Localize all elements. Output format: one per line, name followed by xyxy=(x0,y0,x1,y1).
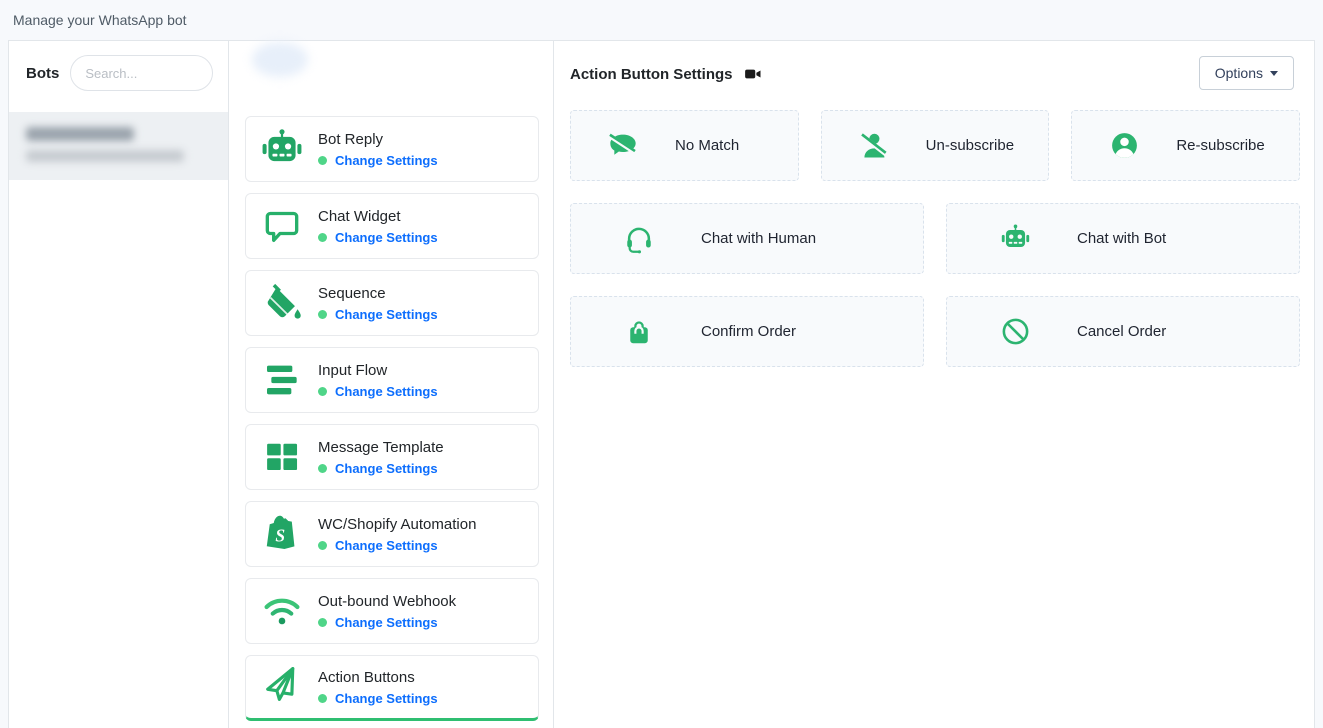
action-label: Confirm Order xyxy=(701,323,796,340)
fill-drip-icon xyxy=(259,280,305,326)
feature-title: Sequence xyxy=(318,285,438,302)
bot-phone-redacted xyxy=(26,150,184,162)
action-card-confirm-order[interactable]: Confirm Order xyxy=(570,296,924,367)
feature-title: Out-bound Webhook xyxy=(318,593,456,610)
blurred-avatar xyxy=(252,42,308,77)
action-button-settings-panel: Action Button Settings Options xyxy=(554,41,1314,728)
options-button-label: Options xyxy=(1215,65,1263,81)
user-circle-icon xyxy=(1108,130,1140,162)
feature-card-sequence[interactable]: Sequence Change Settings xyxy=(245,270,539,336)
feature-title: Message Template xyxy=(318,439,444,456)
robot-icon xyxy=(999,223,1031,255)
feature-list: Bot Reply Change Settings Chat Widget Ch… xyxy=(229,41,554,728)
bot-name-redacted xyxy=(26,127,134,141)
paper-plane-icon xyxy=(259,664,305,710)
action-label: Un-subscribe xyxy=(926,137,1014,154)
shopify-icon: S xyxy=(259,511,305,557)
shopping-bag-icon xyxy=(623,316,655,348)
headset-icon xyxy=(623,223,655,255)
feature-card-message-template[interactable]: Message Template Change Settings xyxy=(245,424,539,490)
action-card-chat-with-human[interactable]: Chat with Human xyxy=(570,203,924,274)
feature-card-action-buttons[interactable]: Action Buttons Change Settings xyxy=(245,655,539,721)
feature-title: Input Flow xyxy=(318,362,438,379)
feature-card-shopify-automation[interactable]: S WC/Shopify Automation Change Settings xyxy=(245,501,539,567)
status-dot xyxy=(318,694,327,703)
status-dot xyxy=(318,464,327,473)
change-settings-link[interactable]: Change Settings xyxy=(335,615,438,630)
action-card-cancel-order[interactable]: Cancel Order xyxy=(946,296,1300,367)
chat-bubble-icon xyxy=(259,203,305,249)
grid-icon xyxy=(259,434,305,480)
action-card-chat-with-bot[interactable]: Chat with Bot xyxy=(946,203,1300,274)
feature-title: Chat Widget xyxy=(318,208,438,225)
change-settings-link[interactable]: Change Settings xyxy=(335,461,438,476)
user-slash-icon xyxy=(858,130,890,162)
feature-card-input-flow[interactable]: Input Flow Change Settings xyxy=(245,347,539,413)
comment-slash-icon xyxy=(607,130,639,162)
change-settings-link[interactable]: Change Settings xyxy=(335,691,438,706)
video-camera-icon[interactable] xyxy=(744,65,762,83)
robot-icon xyxy=(259,126,305,172)
change-settings-link[interactable]: Change Settings xyxy=(335,153,438,168)
options-button[interactable]: Options xyxy=(1199,56,1294,90)
ban-icon xyxy=(999,316,1031,348)
status-dot xyxy=(318,541,327,550)
feature-card-outbound-webhook[interactable]: Out-bound Webhook Change Settings xyxy=(245,578,539,644)
bots-heading: Bots xyxy=(26,65,59,82)
status-dot xyxy=(318,618,327,627)
action-label: Chat with Human xyxy=(701,230,816,247)
change-settings-link[interactable]: Change Settings xyxy=(335,307,438,322)
top-header-bar: Manage your WhatsApp bot xyxy=(0,0,1323,40)
bots-sidebar: Bots xyxy=(9,41,229,728)
feature-card-bot-reply[interactable]: Bot Reply Change Settings xyxy=(245,116,539,182)
feature-card-chat-widget[interactable]: Chat Widget Change Settings xyxy=(245,193,539,259)
change-settings-link[interactable]: Change Settings xyxy=(335,538,438,553)
change-settings-link[interactable]: Change Settings xyxy=(335,230,438,245)
page-title: Manage your WhatsApp bot xyxy=(13,12,187,28)
bot-search-input[interactable] xyxy=(70,55,213,91)
feature-title: Action Buttons xyxy=(318,669,438,686)
main-card: Bots xyxy=(8,40,1315,728)
staggered-bars-icon xyxy=(259,357,305,403)
action-label: Cancel Order xyxy=(1077,323,1166,340)
feature-title: Bot Reply xyxy=(318,131,438,148)
caret-down-icon xyxy=(1270,71,1278,76)
change-settings-link[interactable]: Change Settings xyxy=(335,384,438,399)
action-label: No Match xyxy=(675,137,739,154)
action-card-no-match[interactable]: No Match xyxy=(570,110,799,181)
action-label: Re-subscribe xyxy=(1176,137,1264,154)
status-dot xyxy=(318,233,327,242)
action-card-un-subscribe[interactable]: Un-subscribe xyxy=(821,110,1050,181)
status-dot xyxy=(318,156,327,165)
status-dot xyxy=(318,387,327,396)
sidebar-header: Bots xyxy=(9,41,228,105)
panel-title: Action Button Settings xyxy=(570,66,732,83)
action-label: Chat with Bot xyxy=(1077,230,1166,247)
svg-text:S: S xyxy=(275,525,285,545)
bot-list-item-selected[interactable] xyxy=(9,112,228,180)
feature-title: WC/Shopify Automation xyxy=(318,516,476,533)
status-dot xyxy=(318,310,327,319)
action-card-re-subscribe[interactable]: Re-subscribe xyxy=(1071,110,1300,181)
wifi-icon xyxy=(259,588,305,634)
